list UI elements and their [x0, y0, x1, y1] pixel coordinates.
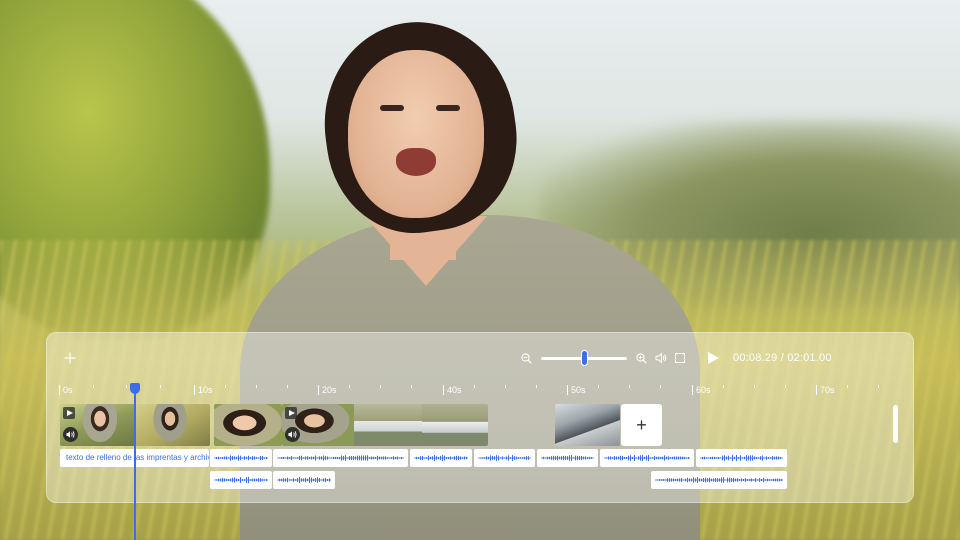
ruler-label: 50s [567, 385, 586, 395]
ruler-tick [380, 385, 381, 388]
ruler-tick [160, 385, 161, 388]
clip-volume-icon[interactable] [63, 427, 78, 442]
ruler-tick [660, 385, 661, 388]
plus-icon [64, 352, 76, 364]
ruler-tick [349, 385, 350, 388]
video-clip[interactable] [282, 404, 488, 446]
ruler-tick [505, 385, 506, 388]
audio-clip[interactable] [210, 449, 272, 467]
ruler-tick [411, 385, 412, 388]
clip-volume-icon[interactable] [285, 427, 300, 442]
ruler-tick [256, 385, 257, 388]
audio-clip[interactable] [474, 449, 535, 467]
ruler-tick [754, 385, 755, 388]
ruler-tick [536, 385, 537, 388]
play-icon[interactable] [708, 352, 719, 364]
time-readout: 00:08.29 / 02:01.00 [733, 352, 832, 364]
add-media-button[interactable] [62, 349, 78, 367]
ruler-tick [287, 385, 288, 388]
ruler-label: 70s [816, 385, 835, 395]
ruler-tick [847, 385, 848, 388]
add-clip-button[interactable]: + [621, 404, 662, 446]
ruler-tick [93, 385, 94, 388]
vertical-scrollbar[interactable] [893, 405, 898, 443]
audio-clip[interactable] [651, 471, 787, 489]
zoom-in-icon[interactable] [636, 353, 647, 364]
time-separator: / [780, 352, 784, 364]
audio-clip[interactable] [696, 449, 787, 467]
video-clip[interactable] [555, 404, 620, 446]
ruler-label: 40s [443, 385, 462, 395]
clip-play-icon[interactable] [63, 407, 75, 419]
audio-clip[interactable] [410, 449, 472, 467]
ruler-tick [598, 385, 599, 388]
fullscreen-icon[interactable] [675, 353, 685, 363]
video-clip[interactable] [214, 404, 282, 446]
ruler-tick [878, 385, 879, 388]
volume-icon[interactable] [655, 352, 667, 364]
audio-clip[interactable] [600, 449, 694, 467]
current-time: 00:08.29 [733, 352, 778, 364]
ruler-label: 0s [59, 385, 73, 395]
ruler-tick [723, 385, 724, 388]
clip-play-icon[interactable] [285, 407, 297, 419]
zoom-slider-handle[interactable] [580, 350, 588, 366]
ruler-tick [785, 385, 786, 388]
zoom-out-icon[interactable] [521, 353, 532, 364]
audio-clip[interactable] [273, 471, 335, 489]
ruler-tick [629, 385, 630, 388]
playhead-line[interactable] [134, 393, 136, 540]
audio-clip[interactable] [210, 471, 272, 489]
ruler-tick [126, 385, 127, 388]
ruler-tick [474, 385, 475, 388]
ruler-tick [225, 385, 226, 388]
ruler-label: 60s [692, 385, 711, 395]
total-time: 02:01.00 [787, 352, 832, 364]
ruler-label: 20s [318, 385, 337, 395]
audio-clip[interactable] [537, 449, 598, 467]
ruler-label: 10s [194, 385, 213, 395]
audio-clip[interactable] [273, 449, 408, 467]
playhead-handle[interactable] [130, 383, 140, 394]
